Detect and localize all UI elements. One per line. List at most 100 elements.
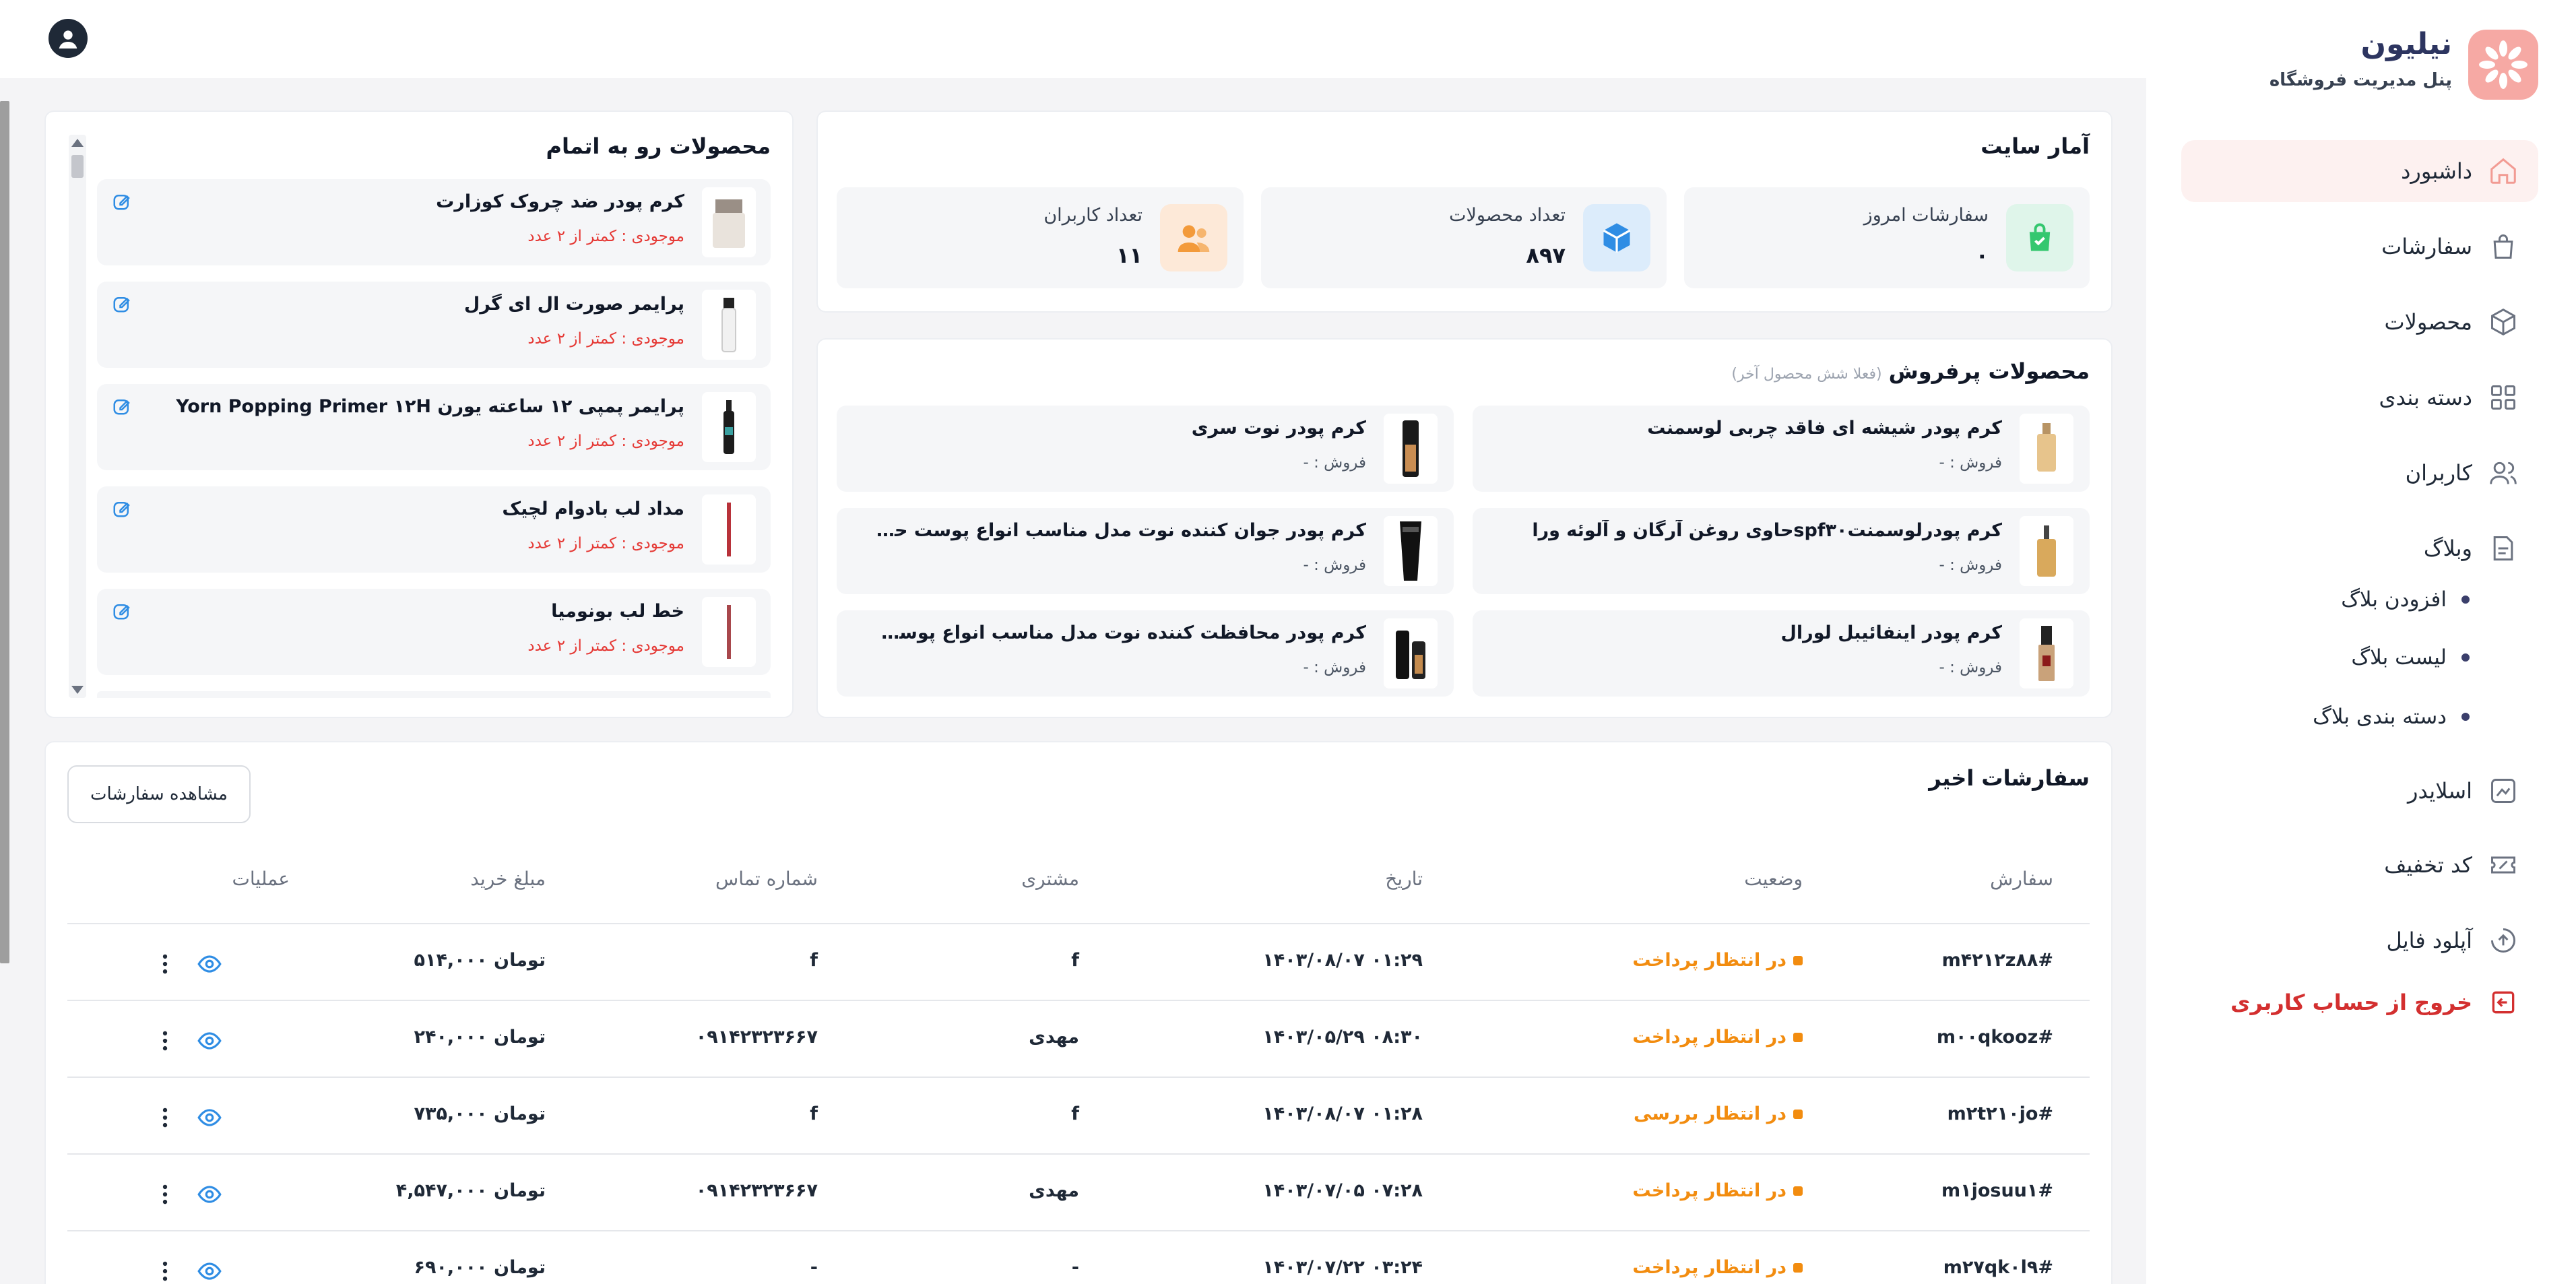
stat-today-orders: سفارشات امروز ۰ — [1684, 187, 2090, 288]
page-scrollbar[interactable] — [0, 101, 9, 963]
sidebar-item-products[interactable]: محصولات — [2181, 291, 2538, 353]
scroll-up-icon[interactable] — [71, 139, 84, 147]
customer-name: - — [1071, 1257, 1079, 1278]
sidebar-subitem-label: لیست بلاگ — [2351, 645, 2447, 670]
best-seller-item[interactable]: کرم پودرلوسمنتspf۳۰حاوی روغن آرگان و آلو… — [1473, 508, 2090, 594]
low-stock-item: پرایمر صورت ال ای گرل موجودی : کمتر از ۲… — [97, 282, 771, 368]
col-amount: مبلغ خرید — [470, 868, 546, 890]
sidebar-item-logout[interactable]: خروج از حساب کاربری — [2181, 971, 2538, 1033]
table-row[interactable]: m۲۷qk۰l۹# در انتظار پرداخت ۱۴۰۳/۰۷/۲۲ ۰۳… — [67, 1230, 2090, 1284]
view-eye-icon[interactable] — [197, 1182, 222, 1210]
best-seller-item[interactable]: کرم پودر نوت سری فروش : - — [837, 406, 1454, 492]
product-name: کرم پودر جوان کننده نوت مدل مناسب انواع … — [868, 520, 1366, 541]
order-date: ۱۴۰۳/۰۵/۲۹ ۰۸:۳۰ — [1262, 1027, 1423, 1048]
sidebar-item-dashboard[interactable]: داشبورد — [2181, 140, 2538, 202]
customer-name: f — [1071, 1103, 1079, 1124]
order-id: m۲t۲۱۰jo# — [1947, 1103, 2053, 1124]
sidebar-item-users[interactable]: کاربران — [2181, 442, 2538, 504]
product-sales: فروش : - — [1939, 454, 2002, 472]
sidebar-item-slider[interactable]: اسلایدر — [2181, 760, 2538, 822]
edit-icon[interactable] — [112, 294, 132, 317]
product-thumbnail — [702, 187, 756, 257]
order-date: ۱۴۰۳/۰۸/۰۷ ۰۱:۲۸ — [1262, 1103, 1423, 1124]
order-amount: ۲۴۰,۰۰۰ تومان — [414, 1027, 546, 1048]
scroll-down-icon[interactable] — [71, 686, 84, 694]
sidebar-item-blog[interactable]: وبلاگ — [2181, 517, 2538, 579]
col-date: تاریخ — [1385, 868, 1423, 890]
table-row[interactable]: m۱josuu۱# در انتظار پرداخت ۱۴۰۳/۰۷/۰۵ ۰۷… — [67, 1153, 2090, 1230]
order-amount: ۵۱۴,۰۰۰ تومان — [414, 950, 546, 971]
stock-warning: موجودی : کمتر از ۲ عدد — [527, 432, 684, 450]
sidebar-item-label: کد تخفیف — [2384, 852, 2472, 878]
logo[interactable] — [2468, 30, 2538, 100]
best-seller-item[interactable]: کرم پودر شیشه ای فاقد چربی لوسمنت فروش :… — [1473, 406, 2090, 492]
low-stock-item: خط لب بونومیا موجودی : کمتر از ۲ عدد — [97, 589, 771, 675]
shopping-bag-check-icon — [2006, 204, 2073, 271]
status-text: در انتظار پرداخت — [1632, 1180, 1786, 1201]
stock-warning: موجودی : کمتر از ۲ عدد — [527, 330, 684, 348]
status-text: در انتظار پرداخت — [1632, 1257, 1786, 1278]
scroll-thumb[interactable] — [71, 155, 84, 178]
status-text: در انتظار بررسی — [1634, 1103, 1786, 1124]
low-stock-item: مداد لب بادوام لچیک موجودی : کمتر از ۲ ع… — [97, 486, 771, 573]
bullet-icon — [2461, 596, 2470, 604]
view-eye-icon[interactable] — [197, 951, 222, 980]
product-thumbnail — [2020, 414, 2073, 484]
recent-orders-title: سفارشات اخیر — [1929, 765, 2090, 791]
sidebar-item-discount[interactable]: کد تخفیف — [2181, 834, 2538, 896]
customer-name: مهدی — [1029, 1180, 1079, 1201]
sidebar-subitem-add-blog[interactable]: افزودن بلاگ — [2341, 587, 2470, 612]
view-eye-icon[interactable] — [197, 1258, 222, 1284]
edit-icon[interactable] — [112, 396, 132, 419]
table-row[interactable]: m۴۲۱۲z۸۸# در انتظار پرداخت ۱۴۰۳/۰۸/۰۷ ۰۱… — [67, 923, 2090, 1000]
list-scrollbar[interactable] — [69, 135, 86, 698]
users-icon — [2487, 457, 2519, 489]
sidebar-item-orders[interactable]: سفارشات — [2181, 216, 2538, 278]
sidebar-item-upload[interactable]: آپلود فایل — [2181, 909, 2538, 971]
more-vertical-icon[interactable] — [160, 1105, 170, 1133]
col-actions: عملیات — [232, 868, 290, 890]
best-sellers-card: محصولات پرفروش (فعلا شش محصول آخر) کرم پ… — [816, 338, 2113, 718]
col-phone: شماره تماس — [715, 868, 818, 890]
stat-label: سفارشات امروز — [1863, 205, 1989, 226]
stat-value: ۱۱ — [1116, 243, 1142, 268]
user-avatar-button[interactable] — [49, 19, 88, 58]
view-orders-button[interactable]: مشاهده سفارشات — [67, 765, 251, 823]
table-row[interactable]: m۲t۲۱۰jo# در انتظار بررسی ۱۴۰۳/۰۸/۰۷ ۰۱:… — [67, 1077, 2090, 1153]
recent-orders-card: سفارشات اخیر مشاهده سفارشات سفارش وضعیت … — [44, 741, 2113, 1284]
more-vertical-icon[interactable] — [160, 1258, 170, 1284]
sidebar-item-label: کاربران — [2405, 460, 2472, 486]
sidebar-item-categories[interactable]: دسته بندی — [2181, 366, 2538, 428]
edit-icon[interactable] — [112, 191, 132, 214]
low-stock-title: محصولات رو به اتمام — [546, 133, 771, 159]
main-content: آمار سایت سفارشات امروز ۰ تعداد محصولات … — [0, 78, 2146, 1284]
edit-icon[interactable] — [112, 499, 132, 521]
brand-subtitle: پنل مدیریت فروشگاه — [2269, 70, 2452, 90]
edit-icon[interactable] — [112, 601, 132, 624]
sidebar-item-label: سفارشات — [2381, 234, 2472, 259]
status-badge: در انتظار پرداخت — [1632, 950, 1803, 971]
sidebar-subitem-blog-categories[interactable]: دسته بندی بلاگ — [2313, 705, 2470, 729]
order-id: m۰۰qkooz# — [1936, 1027, 2053, 1048]
bullet-icon — [2461, 713, 2470, 721]
sidebar: نیلیون پنل مدیریت فروشگاه داشبورد سفارشا… — [2158, 0, 2576, 1284]
low-stock-item: پرایمر پمپی ۱۲ ساعته یورن Yorn Popping P… — [97, 384, 771, 470]
more-vertical-icon[interactable] — [160, 1182, 170, 1210]
stat-users-count: تعداد کاربران ۱۱ — [837, 187, 1244, 288]
sidebar-subitem-blog-list[interactable]: لیست بلاگ — [2351, 645, 2470, 670]
product-thumbnail — [2020, 618, 2073, 688]
product-sales: فروش : - — [1939, 556, 2002, 574]
best-seller-item[interactable]: کرم پودر محافظت کننده نوت مدل مناسب انوا… — [837, 610, 1454, 697]
sidebar-item-label: وبلاگ — [2423, 536, 2472, 561]
view-eye-icon[interactable] — [197, 1028, 222, 1056]
more-vertical-icon[interactable] — [160, 951, 170, 980]
best-seller-item[interactable]: کرم پودر جوان کننده نوت مدل مناسب انواع … — [837, 508, 1454, 594]
table-row[interactable]: m۰۰qkooz# در انتظار پرداخت ۱۴۰۳/۰۵/۲۹ ۰۸… — [67, 1000, 2090, 1077]
col-customer: مشتری — [1021, 868, 1079, 890]
product-thumbnail — [702, 392, 756, 462]
more-vertical-icon[interactable] — [160, 1028, 170, 1056]
view-eye-icon[interactable] — [197, 1105, 222, 1133]
sidebar-item-label: خروج از حساب کاربری — [2230, 990, 2472, 1015]
stat-value: ۸۹۷ — [1526, 243, 1566, 268]
best-seller-item[interactable]: کرم پودر اینفائیبل لورال فروش : - — [1473, 610, 2090, 697]
